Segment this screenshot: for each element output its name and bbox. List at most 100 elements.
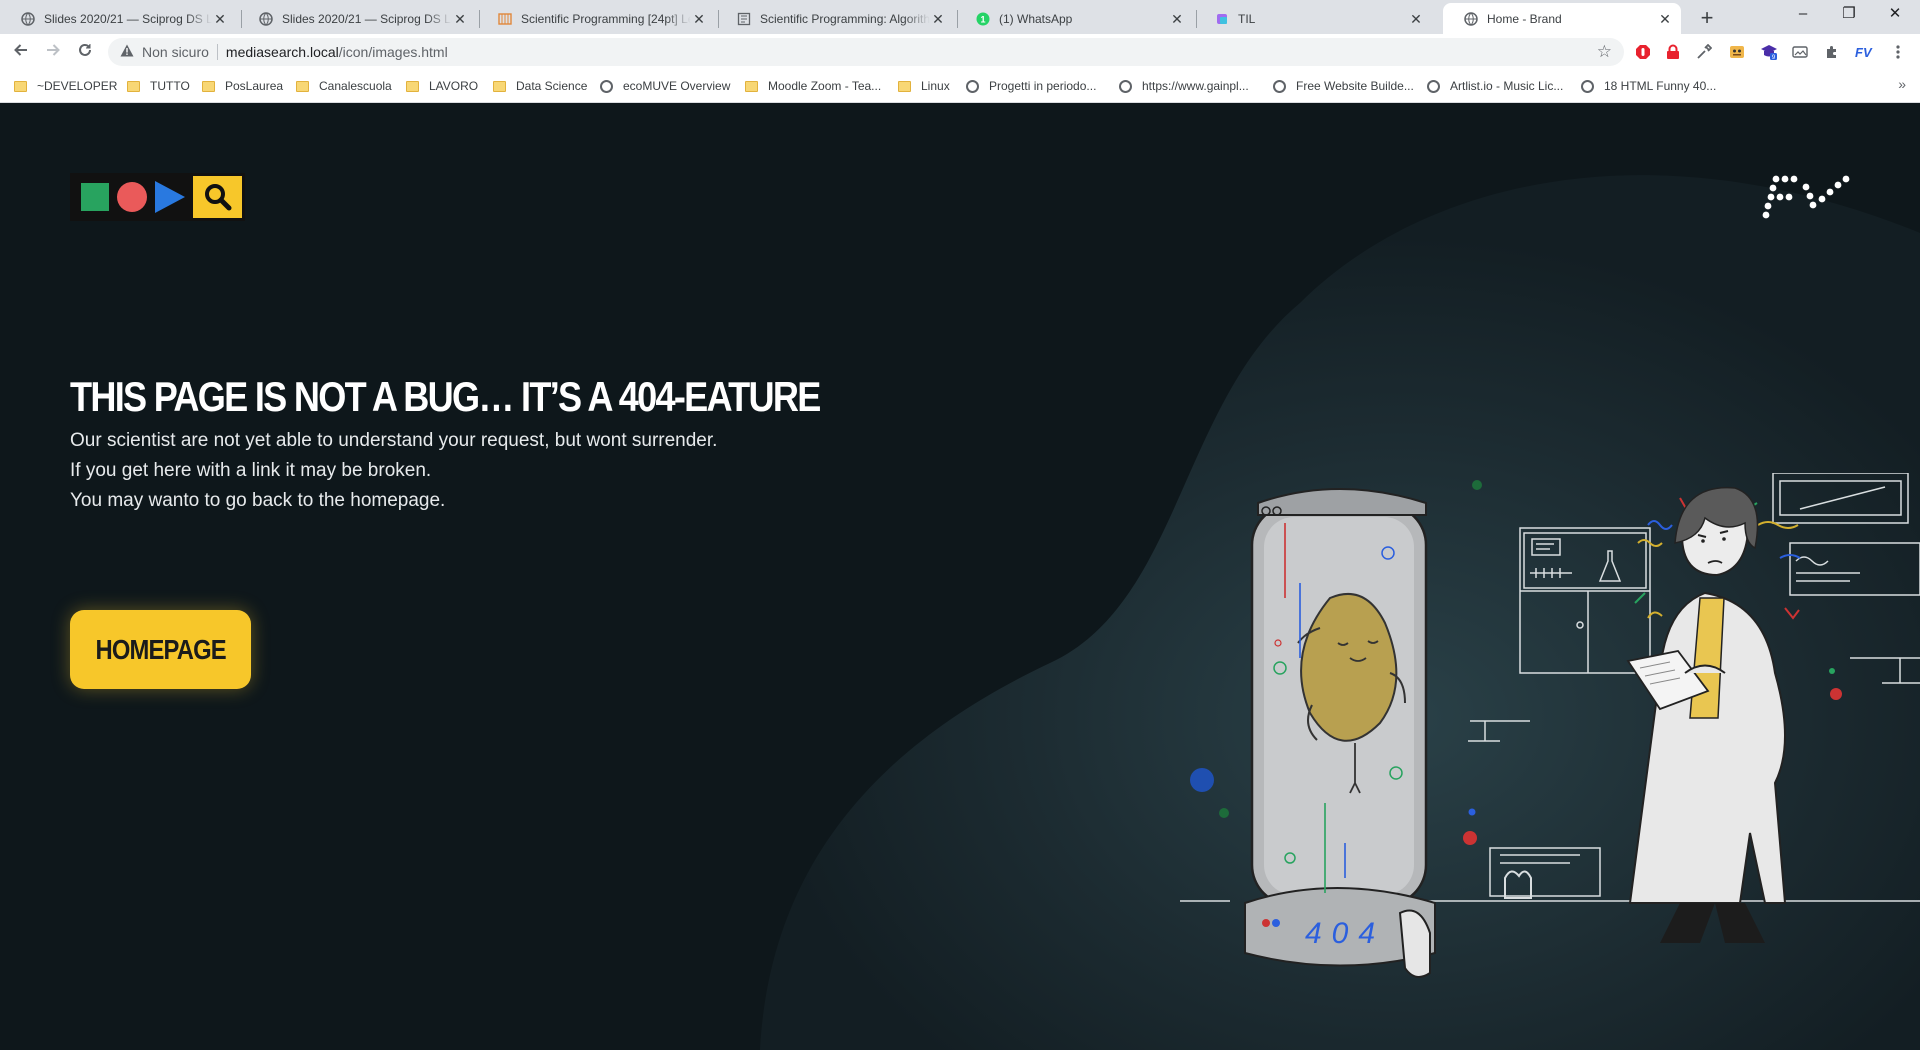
globe-icon [20,11,36,27]
bookmark-website-builder[interactable]: Free Website Builde... [1273,78,1414,94]
back-button[interactable] [7,38,35,66]
globe-icon [1463,11,1479,27]
tab-title: Scientific Programming [24pt] Le [521,11,691,26]
folder-icon [745,80,758,92]
bookmark-label: Canalescuola [319,79,392,93]
bookmark-label: ~DEVELOPER [37,79,118,93]
bookmarks-overflow-button[interactable]: » [1898,76,1906,92]
eyedropper-extension-icon[interactable] [1695,43,1713,61]
close-tab-icon[interactable]: ✕ [691,11,707,27]
bookmark-label: https://www.gainpl... [1142,79,1249,93]
photo-extension-icon[interactable] [1791,43,1809,61]
globe-icon [600,79,613,93]
site-logo[interactable] [70,173,245,221]
bookmark-canalescuola[interactable]: Canalescuola [296,78,392,94]
fv-brand-mark-icon [1762,175,1850,219]
globe-icon [1427,79,1440,93]
bookmark-label: Progetti in periodo... [989,79,1097,93]
close-tab-icon[interactable]: ✕ [1408,11,1424,27]
folder-icon [202,80,215,92]
404-tube: 404 [1244,488,1436,978]
tab-sciprog-book[interactable]: Scientific Programming [24pt] Le ✕ [477,3,715,34]
fv-extension-icon[interactable]: FV [1855,43,1873,61]
bookmark-ecomuve[interactable]: ecoMUVE Overview [600,78,730,94]
blue-play-triangle-icon [155,181,185,213]
document-icon [736,11,752,27]
bookmark-developer[interactable]: ~DEVELOPER [14,78,117,94]
tab-slides-2[interactable]: Slides 2020/21 — Sciprog DS Lab ✕ [238,3,476,34]
url-host: mediasearch.local [225,44,339,60]
tab-sciprog-algorithms[interactable]: Scientific Programming: Algorithm ✕ [716,3,954,34]
folder-icon [493,80,506,92]
bookmark-lavoro[interactable]: LAVORO [406,78,478,94]
cube-icon [1214,11,1230,27]
globe-icon [1119,79,1132,93]
bookmark-linux[interactable]: Linux [898,78,950,94]
bookmark-star-icon[interactable]: ☆ [1597,42,1612,62]
back-arrow-icon [14,44,27,56]
browser-toolbar: Non sicuro mediasearch.local/icon/images… [0,34,1920,70]
folder-icon [406,80,419,92]
bookmark-tutto[interactable]: TUTTO [127,78,190,94]
bookmark-gainpl[interactable]: https://www.gainpl... [1119,78,1249,94]
reload-button[interactable] [71,38,99,66]
homepage-button[interactable]: HOMEPAGE [70,610,251,689]
bookmark-poslaurea[interactable]: PosLaurea [202,78,283,94]
scientist-figure [1626,486,1787,943]
bookmark-label: PosLaurea [225,79,284,93]
forward-arrow-icon [47,44,60,56]
close-window-button[interactable]: ✕ [1872,0,1918,30]
folder-icon [127,80,140,92]
new-tab-button[interactable]: + [1693,4,1721,32]
bookmark-label: Artlist.io - Music Lic... [1450,79,1564,93]
tab-slides-1[interactable]: Slides 2020/21 — Sciprog DS Lab ✕ [0,3,236,34]
address-bar[interactable]: Non sicuro mediasearch.local/icon/images… [108,38,1624,66]
error-message: Our scientist are not yet able to unders… [70,426,717,516]
menu-kebab-icon[interactable] [1889,43,1907,61]
search-icon [193,182,242,212]
minimize-button[interactable]: – [1780,0,1826,30]
svg-text:1: 1 [980,14,985,24]
close-tab-icon[interactable]: ✕ [930,11,946,27]
tab-title: Scientific Programming: Algorithm [760,11,930,26]
red-circle-icon [117,182,147,212]
tab-whatsapp[interactable]: 1 (1) WhatsApp ✕ [955,3,1193,34]
lock-extension-icon[interactable] [1664,43,1682,61]
close-tab-icon[interactable]: ✕ [212,11,228,27]
close-tab-icon[interactable]: ✕ [1169,11,1185,27]
message-line: Our scientist are not yet able to unders… [70,430,718,451]
close-tab-icon[interactable]: ✕ [1657,11,1673,27]
puzzle-extensions-icon[interactable] [1823,43,1841,61]
warning-icon [120,44,136,60]
bookmark-label: Moodle Zoom - Tea... [768,79,882,93]
globe-icon [1581,79,1594,93]
folder-icon [296,80,309,92]
adblock-extension-icon[interactable] [1634,43,1652,61]
globe-icon [1273,79,1286,93]
security-label[interactable]: Non sicuro [142,44,209,60]
logo-shapes [73,176,193,218]
face-extension-icon[interactable] [1728,43,1746,61]
bookmark-html-funny[interactable]: 18 HTML Funny 40... [1581,78,1716,94]
message-line: If you get here with a link it may be br… [70,460,432,481]
tab-title: Home - Brand [1487,11,1562,26]
tab-title: (1) WhatsApp [999,11,1073,26]
tab-home-brand[interactable]: Home - Brand ✕ [1443,3,1681,34]
address-divider [216,44,218,60]
bookmarks-bar: ~DEVELOPER TUTTO PosLaurea Canalescuola … [0,70,1920,103]
bookmark-artlist[interactable]: Artlist.io - Music Lic... [1427,78,1563,94]
bookmark-label: TUTTO [150,79,190,93]
bookmark-moodle-zoom[interactable]: Moodle Zoom - Tea... [745,78,881,94]
forward-button[interactable] [39,38,67,66]
graduation-cap-extension-icon[interactable]: 9 [1760,43,1778,61]
maximize-button[interactable]: ❐ [1826,0,1872,30]
page-headline: THIS PAGE IS NOT A BUG… IT’S A 404-EATUR… [70,373,821,420]
tube-404-text: 404 [1305,917,1385,950]
bookmark-progetti[interactable]: Progetti in periodo... [966,78,1096,94]
tab-title: Slides 2020/21 — Sciprog DS Lab [282,11,452,26]
bookmark-data-science[interactable]: Data Science [493,78,587,94]
tab-strip: Slides 2020/21 — Sciprog DS Lab ✕ Slides… [0,0,1920,34]
close-tab-icon[interactable]: ✕ [452,11,468,27]
tab-til[interactable]: TIL ✕ [1194,3,1432,34]
scientist-404-illustration: 404 [1180,473,1920,978]
